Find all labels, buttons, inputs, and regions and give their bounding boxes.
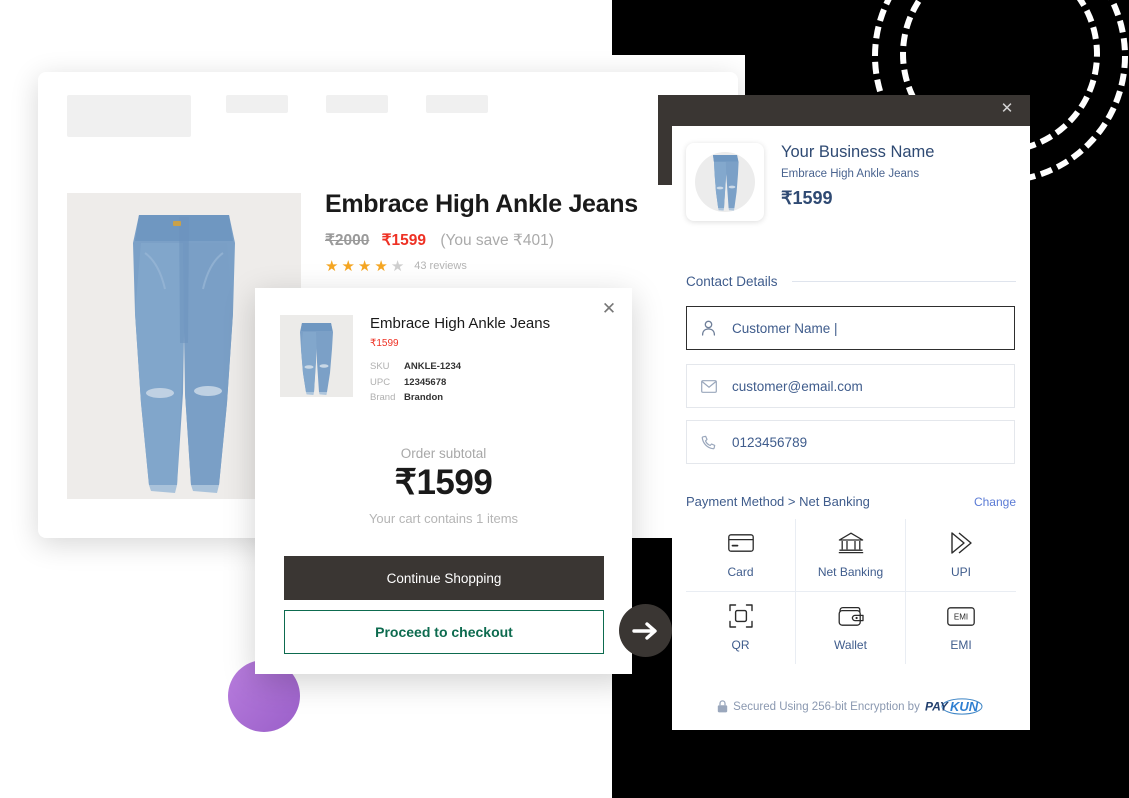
arrow-right-glyph [631, 621, 657, 640]
star-icon: ★ [341, 257, 355, 275]
star-icon-empty: ★ [390, 257, 405, 275]
cart-item-meta: SKU ANKLE-1234 UPC 12345678 Brand Brandon [370, 359, 550, 406]
contact-details-title: Contact Details [686, 274, 778, 289]
contact-details-header: Contact Details [686, 274, 1016, 289]
subtotal-amount: ₹1599 [394, 463, 493, 502]
checkout-amount: ₹1599 [781, 188, 833, 208]
subtotal-label: Order subtotal [400, 446, 487, 461]
meta-row-brand: Brand Brandon [370, 390, 550, 406]
phone-value: 0123456789 [732, 434, 808, 450]
business-text-block: Your Business Name Embrace High Ankle Je… [781, 143, 934, 221]
user-icon [701, 320, 718, 337]
phone-icon [701, 434, 718, 451]
wallet-icon [838, 603, 864, 629]
business-summary: Your Business Name Embrace High Ankle Je… [686, 143, 934, 221]
meta-label-brand: Brand [370, 392, 396, 404]
paykun-kun-text: KUN [950, 699, 979, 714]
divider [791, 281, 1016, 282]
upi-icon [949, 530, 973, 556]
close-icon[interactable]: ✕ [598, 298, 620, 320]
payment-methods-grid: Card Net Banking UPI QR Wallet EMI EMI [686, 519, 1016, 664]
payment-method-row: Payment Method > Net Banking Change [686, 494, 1016, 509]
arrow-right-icon [619, 604, 672, 657]
product-rating: ★ ★ ★ ★ ★ 43 reviews [325, 259, 675, 274]
meta-row-sku: SKU ANKLE-1234 [370, 359, 550, 375]
qr-icon [728, 603, 753, 629]
proceed-to-checkout-button[interactable]: Proceed to checkout [284, 610, 604, 654]
payment-method-label: Wallet [834, 638, 867, 653]
checkout-panel: ✕ Your Business Name Embrace High Ankle … [658, 95, 1030, 730]
nav-item-placeholder-2[interactable] [326, 95, 388, 113]
emi-icon-text: EMI [954, 612, 968, 621]
star-icon: ★ [374, 257, 388, 275]
meta-label-upc: UPC [370, 376, 391, 388]
screenshot-stage: Embrace High Ankle Jeans ₹2000 ₹1599 (Yo… [0, 0, 1129, 798]
emi-icon: EMI [947, 603, 975, 629]
payment-method-qr[interactable]: QR [686, 591, 796, 664]
meta-value-upc: 12345678 [404, 376, 447, 388]
nav-logo-placeholder[interactable] [67, 95, 191, 137]
payment-method-label: EMI [950, 638, 972, 653]
checkout-product-thumbnail [686, 143, 764, 221]
cart-item-thumbnail [280, 315, 353, 397]
jeans-thumbnail-icon [713, 155, 739, 211]
checkout-card: Your Business Name Embrace High Ankle Je… [672, 126, 1030, 730]
close-icon[interactable]: ✕ [997, 99, 1017, 119]
cart-item-name: Embrace High Ankle Jeans [370, 315, 551, 332]
cart-modal: ✕ Embrace High Ankle Jeans ₹1599 SKU ANK… [255, 288, 632, 674]
payment-method-label: QR [731, 638, 750, 653]
payment-method-wallet[interactable]: Wallet [796, 591, 906, 664]
continue-shopping-button[interactable]: Continue Shopping [284, 556, 604, 600]
product-title: Embrace High Ankle Jeans [325, 190, 638, 218]
product-price-savings: (You save ₹401) [440, 231, 554, 249]
cart-count-text: Your cart contains 1 items [368, 511, 519, 526]
security-footer: Secured Using 256-bit Encryption by PAY … [672, 698, 1030, 715]
meta-label-sku: SKU [370, 361, 390, 372]
security-text: Secured Using 256-bit Encryption by [733, 700, 920, 713]
product-price-current: ₹1599 [381, 231, 426, 249]
lock-icon [717, 700, 728, 713]
change-payment-method-link[interactable]: Change [974, 495, 1016, 509]
meta-value-brand: Brandon [404, 392, 444, 404]
payment-method-card[interactable]: Card [686, 519, 796, 592]
email-field[interactable]: customer@email.com [686, 364, 1015, 408]
payment-method-label: Card [727, 565, 754, 580]
cart-line-item: Embrace High Ankle Jeans ₹1599 SKU ANKLE-… [280, 315, 550, 406]
email-value: customer@email.com [732, 378, 863, 394]
business-name: Your Business Name [781, 143, 935, 161]
payment-method-upi[interactable]: UPI [906, 519, 1016, 592]
payment-method-emi[interactable]: EMI EMI [906, 592, 1016, 665]
customer-name-field[interactable]: Customer Name | [686, 306, 1015, 350]
checkout-product-name: Embrace High Ankle Jeans [781, 168, 920, 180]
order-subtotal-block: Order subtotal ₹1599 Your cart contains … [255, 446, 632, 526]
phone-field[interactable]: 0123456789 [686, 420, 1015, 464]
review-count: 43 reviews [414, 260, 467, 273]
meta-value-sku: ANKLE-1234 [404, 361, 462, 372]
paykun-logo-mark: PAY KUN [925, 698, 983, 715]
card-icon [727, 530, 754, 556]
payment-method-label: Net Banking [817, 565, 884, 580]
customer-name-value: Customer Name | [732, 320, 838, 336]
nav-item-placeholder-3[interactable] [426, 95, 488, 113]
meta-row-upc: UPC 12345678 [370, 375, 550, 391]
jeans-thumbnail-icon [280, 315, 353, 397]
star-icon: ★ [325, 257, 339, 275]
star-icon: ★ [357, 257, 372, 275]
product-price-original: ₹2000 [325, 231, 370, 249]
payment-method-netbanking[interactable]: Net Banking [796, 519, 906, 592]
mail-icon [701, 378, 718, 395]
cart-item-price: ₹1599 [370, 338, 399, 349]
bank-icon [838, 530, 864, 556]
payment-method-label: UPI [950, 565, 971, 580]
paykun-pay-text: PAY [925, 700, 949, 714]
cart-item-details: Embrace High Ankle Jeans ₹1599 SKU ANKLE-… [370, 315, 550, 406]
payment-method-breadcrumb: Payment Method > Net Banking [686, 494, 870, 509]
product-info: Embrace High Ankle Jeans ₹2000 ₹1599 (Yo… [325, 190, 675, 274]
nav-item-placeholder-1[interactable] [226, 95, 288, 113]
paykun-logo: PAY KUN [925, 698, 985, 715]
product-price-row: ₹2000 ₹1599 (You save ₹401) [325, 231, 675, 250]
